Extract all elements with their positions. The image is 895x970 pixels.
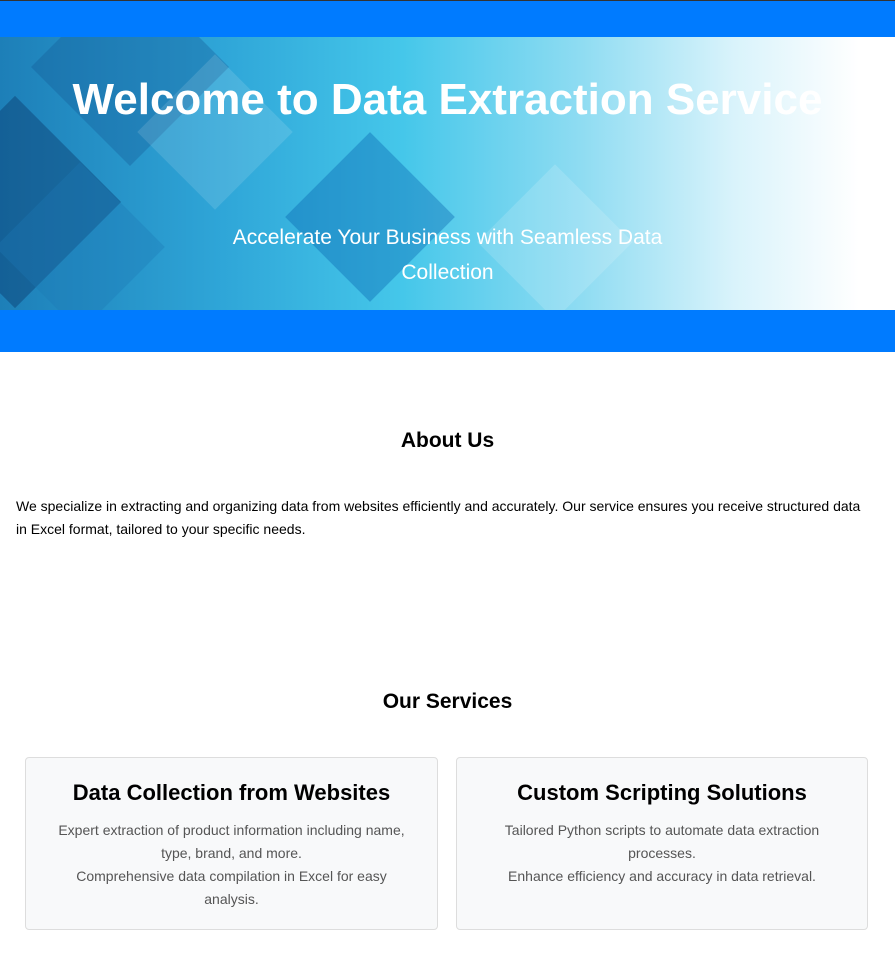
hero-subtitle: Accelerate Your Business with Seamless D… [232, 226, 663, 284]
hero-banner: Welcome to Data Extraction Service Accel… [0, 37, 895, 310]
hero-bottom-bar [0, 310, 895, 352]
service-card-title: Data Collection from Websites [72, 780, 391, 805]
services-title: Our Services [382, 690, 513, 713]
service-card-text: Comprehensive data compilation in Excel … [76, 868, 387, 907]
header-bar [0, 0, 895, 37]
service-card-data-collection: Data Collection from Websites Expert ext… [25, 757, 438, 930]
service-card-text: Enhance efficiency and accuracy in data … [508, 868, 816, 884]
service-card-text: Expert extraction of product information… [58, 822, 405, 861]
service-card-text: Tailored Python scripts to automate data… [504, 822, 820, 861]
service-card-title: Custom Scripting Solutions [517, 780, 807, 805]
service-card-custom-scripting: Custom Scripting Solutions Tailored Pyth… [456, 757, 868, 930]
about-title: About Us [400, 429, 495, 452]
hero-title: Welcome to Data Extraction Service [72, 75, 823, 124]
about-text: We specialize in extracting and organizi… [16, 498, 861, 537]
